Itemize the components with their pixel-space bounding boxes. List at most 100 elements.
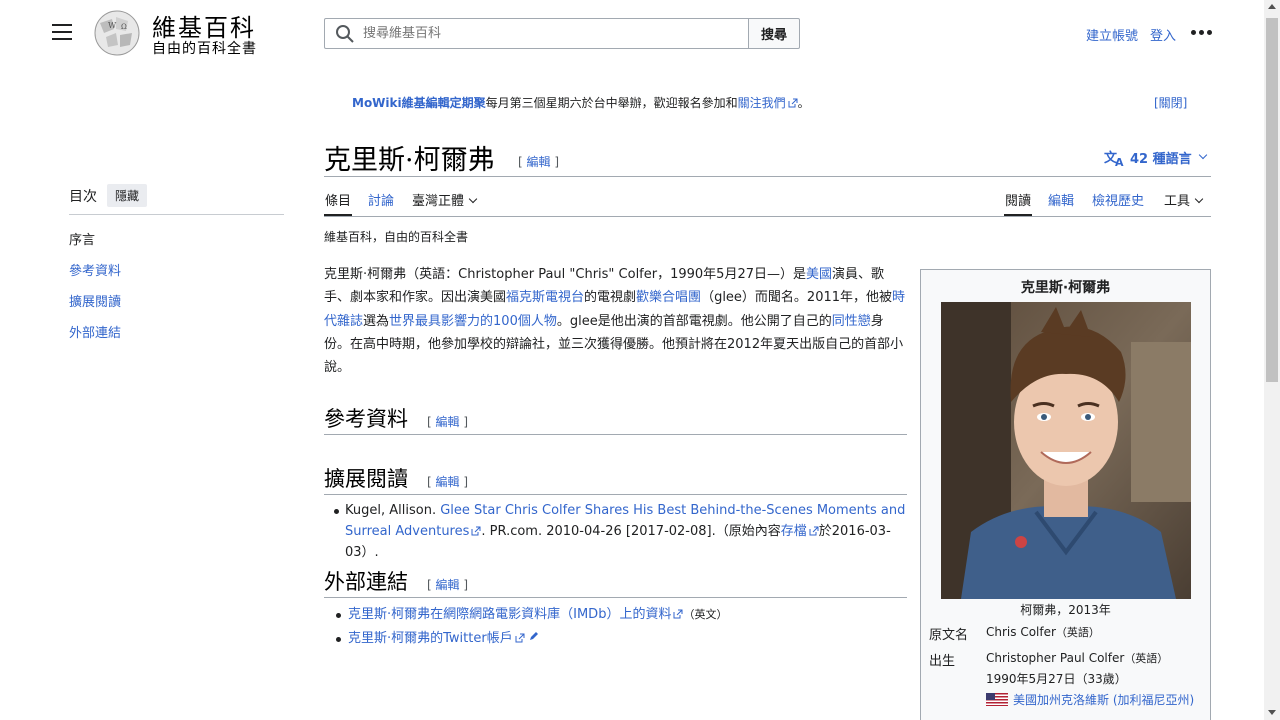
infobox: 克里斯·柯爾弗 柯爾弗，2013年 原文名 Chris Colfer（英語） 出… — [920, 269, 1211, 720]
bullet — [336, 613, 341, 618]
link-time100[interactable]: 世界最具影響力的100個人物 — [389, 314, 557, 329]
infobox-value-original-name: Chris Colfer（英語） — [986, 622, 1100, 643]
tab-edit[interactable]: 編輯 — [1048, 190, 1074, 209]
heading-external-links: 外部連結 — [324, 570, 408, 594]
twitter-link[interactable]: 克里斯·柯爾弗的Twitter帳戶 — [348, 631, 513, 646]
main-menu-icon[interactable] — [52, 24, 72, 42]
section-divider — [324, 494, 907, 495]
birth-place-link[interactable]: 美國加州克洛維斯 (加利福尼亞州) — [1013, 693, 1194, 707]
archive-link[interactable]: 存檔 — [781, 524, 807, 539]
page-title: 克里斯·柯爾弗 — [324, 145, 495, 176]
toc-item-external-links[interactable]: 外部連結 — [69, 322, 121, 341]
tab-tools[interactable]: 工具 — [1164, 190, 1204, 209]
language-note: （英文） — [683, 608, 728, 621]
lead-paragraph: 克里斯·柯爾弗（英語：Christopher Paul "Chris" Colf… — [324, 263, 909, 379]
title-divider — [324, 176, 1211, 177]
link-homosexuality[interactable]: 同性戀 — [832, 314, 871, 329]
create-account-link[interactable]: 建立帳號 — [1086, 25, 1138, 44]
language-selector-button[interactable]: 文 A 42 種語言 — [1104, 148, 1207, 167]
list-item: 克里斯·柯爾弗在網際網路電影資料庫（IMDb）上的資料 （英文） — [348, 604, 727, 625]
chevron-down-icon — [1194, 194, 1204, 204]
toc-divider — [69, 214, 284, 215]
section-edit-link[interactable]: [ 編輯 ] — [427, 576, 468, 593]
tab-talk[interactable]: 討論 — [368, 190, 394, 209]
list-item: 克里斯·柯爾弗的Twitter帳戶 — [348, 628, 540, 649]
title-edit-link[interactable]: [ 編輯 ] — [518, 153, 559, 170]
login-link[interactable]: 登入 — [1150, 25, 1176, 44]
translate-icon: 文 A — [1104, 150, 1124, 167]
edit-label[interactable]: 編輯 — [436, 415, 460, 429]
infobox-value-born: Christopher Paul Colfer（英語） 1990年5月27日（3… — [986, 648, 1201, 711]
variant-label[interactable]: 臺灣正體 — [412, 194, 464, 209]
more-options-icon[interactable] — [1191, 30, 1212, 35]
external-link-icon — [673, 609, 683, 619]
birth-date: 1990年5月27日（33歲） — [986, 672, 1127, 686]
notice-link-mowiki[interactable]: MoWiki維基編輯定期聚 — [352, 96, 486, 110]
bullet — [336, 637, 341, 642]
scroll-up-arrow-icon[interactable] — [1268, 4, 1276, 9]
external-link-icon — [788, 98, 798, 108]
toc-title: 目次 — [69, 188, 97, 205]
site-header: W Ω 維基百科 自由的百科全書 搜尋 建立帳號 登入 — [0, 0, 1264, 66]
tab-article[interactable]: 條目 — [325, 190, 351, 209]
section-edit-link[interactable]: [ 編輯 ] — [427, 473, 468, 490]
edit-label[interactable]: 編輯 — [436, 475, 460, 489]
imdb-link[interactable]: 克里斯·柯爾弗在網際網路電影資料庫（IMDb）上的資料 — [348, 607, 671, 622]
notice-close-button[interactable]: [關閉] — [1154, 94, 1187, 111]
infobox-label-original-name: 原文名 — [929, 628, 969, 643]
svg-text:Ω: Ω — [121, 23, 127, 31]
external-link-icon — [515, 633, 525, 643]
portrait-photo[interactable] — [941, 302, 1191, 599]
infobox-title: 克里斯·柯爾弗 — [1020, 280, 1111, 296]
chevron-down-icon — [468, 194, 478, 204]
citation-author: Kugel, Allison. — [345, 503, 437, 518]
page-scrollbar[interactable] — [1264, 0, 1280, 720]
chevron-down-icon — [1198, 150, 1207, 159]
toc-header: 目次 隱藏 — [69, 184, 148, 207]
pencil-edit-icon[interactable] — [528, 630, 540, 642]
toc-hide-button[interactable]: 隱藏 — [107, 184, 148, 207]
tools-label[interactable]: 工具 — [1164, 194, 1190, 209]
notice-text-end: 。 — [797, 96, 810, 110]
site-subtitle: 維基百科，自由的百科全書 — [324, 230, 469, 244]
notice-link-follow[interactable]: 關注我們 — [738, 96, 786, 110]
tabs-divider — [324, 216, 1211, 217]
search-input[interactable] — [363, 26, 723, 41]
site-notice: MoWiki維基編輯定期聚每月第三個星期六於台中舉辦，歡迎報名參加和關注我們。 — [352, 94, 810, 111]
text: 克里斯·柯爾弗（英語：Christopher Paul "Chris" Colf… — [324, 267, 806, 282]
link-glee[interactable]: 歡樂合唱團 — [636, 290, 701, 305]
photo-caption: 柯爾弗，2013年 — [1020, 603, 1111, 617]
external-link-icon — [471, 526, 481, 536]
search-field[interactable] — [324, 18, 749, 49]
toc-item-references[interactable]: 參考資料 — [69, 260, 121, 279]
text: 選為 — [363, 313, 390, 329]
section-divider — [324, 434, 907, 435]
wikipedia-globe-logo[interactable]: W Ω — [92, 9, 142, 57]
language-note: （英語） — [1055, 626, 1100, 639]
scrollbar-thumb[interactable] — [1266, 18, 1278, 382]
us-flag-icon — [986, 693, 1008, 706]
search-icon — [336, 24, 354, 43]
tab-view-history[interactable]: 檢視歷史 — [1092, 190, 1144, 209]
scroll-down-arrow-icon[interactable] — [1268, 710, 1276, 715]
heading-further-reading: 擴展閱讀 — [324, 467, 408, 491]
language-count[interactable]: 42 種語言 — [1130, 148, 1192, 167]
search-button[interactable]: 搜尋 — [748, 18, 800, 49]
logo-tagline: 自由的百科全書 — [152, 41, 257, 57]
notice-close-label[interactable]: [關閉] — [1154, 96, 1187, 110]
tab-variant[interactable]: 臺灣正體 — [412, 190, 478, 209]
section-edit-link[interactable]: [ 編輯 ] — [427, 413, 468, 430]
edit-label[interactable]: 編輯 — [436, 578, 460, 592]
birth-name: Christopher Paul Colfer — [986, 651, 1125, 665]
toc-item-intro[interactable]: 序言 — [69, 229, 95, 248]
toc-item-further-reading[interactable]: 擴展閱讀 — [69, 291, 121, 310]
title-edit-label[interactable]: 編輯 — [527, 155, 551, 169]
text: 的電視劇 — [584, 290, 637, 306]
link-fox[interactable]: 福克斯電視台 — [506, 290, 584, 305]
link-usa[interactable]: 美國 — [806, 267, 832, 282]
tab-read[interactable]: 閱讀 — [1005, 190, 1031, 209]
bullet — [334, 509, 339, 514]
section-divider — [324, 597, 907, 598]
name-value: Chris Colfer — [986, 625, 1056, 639]
svg-text:W: W — [108, 21, 117, 30]
